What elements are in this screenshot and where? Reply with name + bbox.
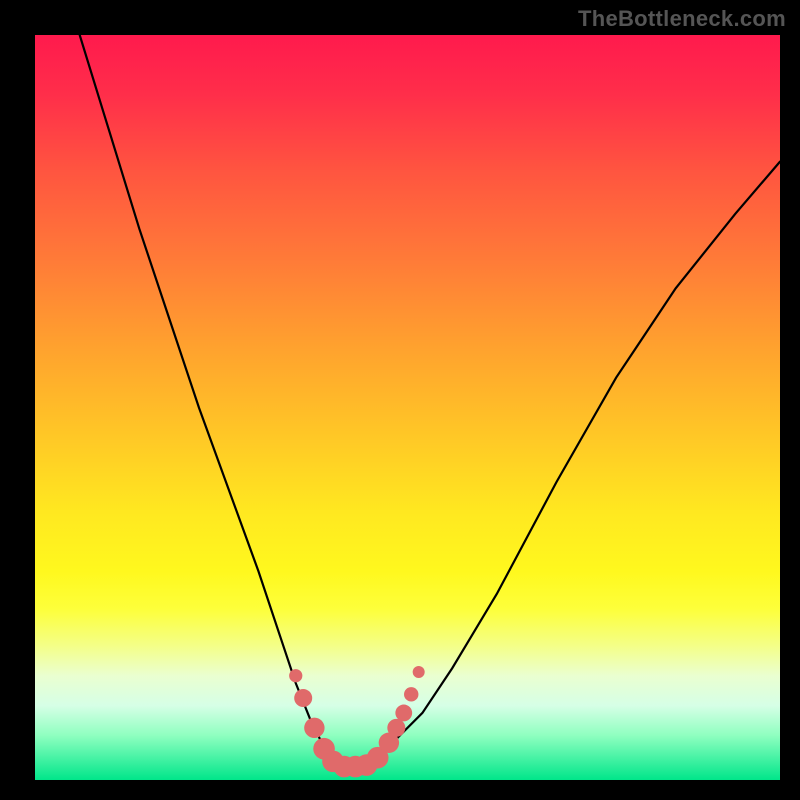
chart-svg [35, 35, 780, 780]
highlight-dot [387, 719, 405, 737]
highlight-dot [395, 705, 412, 722]
highlight-dot [304, 718, 324, 738]
highlight-dot [289, 669, 302, 682]
highlight-dot [413, 666, 425, 678]
bottleneck-curve [80, 35, 780, 765]
watermark-text: TheBottleneck.com [578, 6, 786, 32]
highlight-dots [289, 666, 425, 777]
highlight-dot [294, 689, 312, 707]
chart-frame: TheBottleneck.com [0, 0, 800, 800]
plot-area [35, 35, 780, 780]
highlight-dot [404, 687, 418, 701]
